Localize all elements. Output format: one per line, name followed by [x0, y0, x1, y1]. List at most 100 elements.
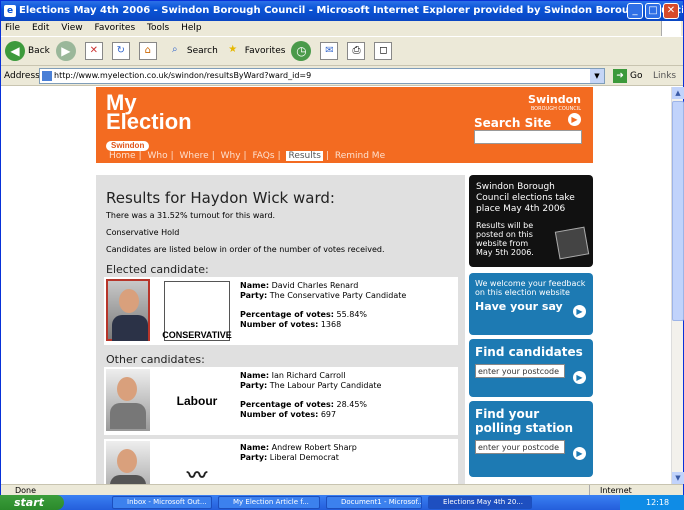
arrow-right-icon[interactable]: ▶: [573, 305, 586, 318]
scroll-up-icon[interactable]: ▲: [672, 87, 684, 99]
search-go-icon[interactable]: ▶: [568, 113, 581, 126]
candidate-info: Name: Andrew Robert Sharp Party: Liberal…: [240, 443, 357, 462]
candidate-card: CONSERVATIVE Name: David Charles Renard …: [104, 277, 458, 345]
task-outlook[interactable]: Inbox - Microsoft Out...: [112, 496, 212, 509]
menu-help[interactable]: Help: [181, 23, 202, 33]
site-header: My Election Swindon Swindon BOROUGH COUN…: [96, 87, 593, 163]
site-nav: Home | Who | Where | Why | FAQs | Results | Re…: [109, 151, 386, 161]
lib-dem-bird-icon: 〰: [164, 443, 230, 484]
vote-percentage: 55.84%: [336, 310, 368, 319]
nav-why[interactable]: Why: [221, 151, 241, 161]
conservative-logo: CONSERVATIVE: [162, 281, 232, 341]
forward-button[interactable]: ▶: [55, 41, 79, 61]
scroll-down-icon[interactable]: ▼: [672, 472, 684, 484]
history-button[interactable]: ◷: [291, 41, 314, 61]
arrow-right-icon[interactable]: ▶: [573, 371, 586, 384]
menu-favorites[interactable]: Favorites: [94, 23, 135, 33]
my-election-logo[interactable]: My Election Swindon: [106, 92, 192, 151]
outcome-text: Conservative Hold: [106, 228, 180, 237]
nav-results[interactable]: Results: [286, 151, 323, 161]
search-button[interactable]: ⌕ Search: [166, 42, 218, 60]
candidate-name: Andrew Robert Sharp: [271, 443, 357, 452]
candidate-photo: [106, 441, 150, 484]
candidate-party: The Labour Party Candidate: [269, 381, 382, 390]
refresh-button[interactable]: ↻: [111, 42, 133, 60]
task-elections-ie[interactable]: Elections May 4th 20...: [428, 496, 532, 509]
address-input[interactable]: http://www.myelection.co.uk/swindon/resu…: [39, 68, 605, 84]
order-note: Candidates are listed below in order of …: [106, 245, 385, 254]
history-icon: ◷: [291, 41, 312, 61]
star-icon: ★: [228, 44, 238, 55]
search-icon: ⌕: [172, 44, 178, 55]
nav-home[interactable]: Home: [109, 151, 136, 161]
page-icon: [42, 71, 52, 81]
turnout-text: There was a 31.52% turnout for this ward…: [106, 211, 276, 220]
postcode-input[interactable]: enter your postcode: [475, 440, 565, 454]
arrow-right-icon[interactable]: ▶: [573, 447, 586, 460]
maximize-button[interactable]: □: [645, 3, 661, 19]
find-candidates-box: Find candidates enter your postcode ▶: [469, 339, 593, 397]
nav-remind-me[interactable]: Remind Me: [335, 151, 385, 161]
mail-button[interactable]: ✉: [320, 42, 341, 60]
title-bar: e Elections May 4th 2006 - Swindon Borou…: [1, 1, 683, 21]
go-button[interactable]: ➜ Go: [613, 68, 642, 84]
windows-logo-icon: [661, 21, 681, 36]
page-viewport: My Election Swindon Swindon BOROUGH COUN…: [1, 87, 671, 484]
home-icon: ⌂: [138, 42, 157, 60]
candidate-name: Ian Richard Carroll: [271, 371, 346, 380]
scroll-thumb[interactable]: [672, 101, 684, 321]
task-my-election-article[interactable]: My Election Article f...: [218, 496, 320, 509]
stop-button[interactable]: ✕: [84, 42, 106, 60]
candidate-card: Labour Name: Ian Richard Carroll Party: …: [104, 367, 458, 435]
window-title: Elections May 4th 2006 - Swindon Borough…: [19, 5, 683, 16]
ie-icon: e: [4, 5, 16, 17]
have-your-say-link[interactable]: Have your say: [475, 301, 587, 312]
vertical-scrollbar[interactable]: ▲ ▼: [671, 87, 684, 484]
info-title: Swindon Borough Council elections take p…: [476, 182, 575, 214]
close-button[interactable]: ✕: [663, 3, 679, 19]
candidate-card: 〰 Name: Andrew Robert Sharp Party: Liber…: [104, 439, 458, 484]
menu-view[interactable]: View: [61, 23, 82, 33]
nav-where[interactable]: Where: [180, 151, 209, 161]
nav-who[interactable]: Who: [147, 151, 167, 161]
system-tray: 12:18: [620, 495, 684, 510]
menu-edit[interactable]: Edit: [32, 23, 49, 33]
start-button[interactable]: start: [0, 495, 64, 510]
vote-count: 697: [320, 410, 337, 419]
clock: 12:18: [646, 498, 670, 507]
messenger-button[interactable]: ◻: [374, 42, 395, 60]
info-small: Results will be posted on this website f…: [476, 221, 534, 257]
postcode-input[interactable]: enter your postcode: [475, 364, 565, 378]
address-bar: Address http://www.myelection.co.uk/swin…: [1, 66, 683, 86]
menu-tools[interactable]: Tools: [147, 23, 169, 33]
page-title: Results for Haydon Wick ward:: [106, 189, 335, 207]
chevron-down-icon[interactable]: ▼: [590, 69, 604, 83]
back-button[interactable]: ◀ Back: [5, 41, 50, 61]
task-document1[interactable]: Document1 - Microsof...: [326, 496, 422, 509]
candidate-photo: [106, 369, 150, 431]
toolbar: ◀ Back ▶ ✕ ↻ ⌂ ⌕ Search ★ Favorites ◷ ✉ …: [1, 36, 683, 66]
menu-file[interactable]: File: [5, 23, 20, 33]
nav-faqs[interactable]: FAQs: [252, 151, 274, 161]
candidate-name: David Charles Renard: [271, 281, 359, 290]
links-button[interactable]: Links: [653, 66, 676, 86]
browser-window: e Elections May 4th 2006 - Swindon Borou…: [0, 0, 684, 510]
minimize-button[interactable]: _: [627, 3, 643, 19]
stop-icon: ✕: [84, 42, 103, 60]
find-polling-title: Find your polling station: [475, 407, 574, 435]
address-label: Address: [4, 71, 40, 81]
ballot-box-icon: [554, 226, 590, 260]
back-arrow-icon: ◀: [5, 41, 25, 61]
status-text: Done: [15, 486, 37, 495]
find-candidates-title: Find candidates: [475, 345, 583, 359]
labour-logo: Labour: [164, 371, 230, 431]
home-button[interactable]: ⌂: [138, 42, 160, 60]
print-icon: ⎙: [347, 42, 366, 60]
candidate-photo: [106, 279, 150, 341]
feedback-box[interactable]: We welcome your feedback on this electio…: [469, 273, 593, 335]
candidate-info: Name: David Charles Renard Party: The Co…: [240, 281, 407, 329]
candidate-info: Name: Ian Richard Carroll Party: The Lab…: [240, 371, 382, 419]
print-button[interactable]: ⎙: [347, 42, 368, 60]
favorites-button[interactable]: ★ Favorites: [224, 42, 285, 60]
search-input[interactable]: [474, 130, 582, 144]
